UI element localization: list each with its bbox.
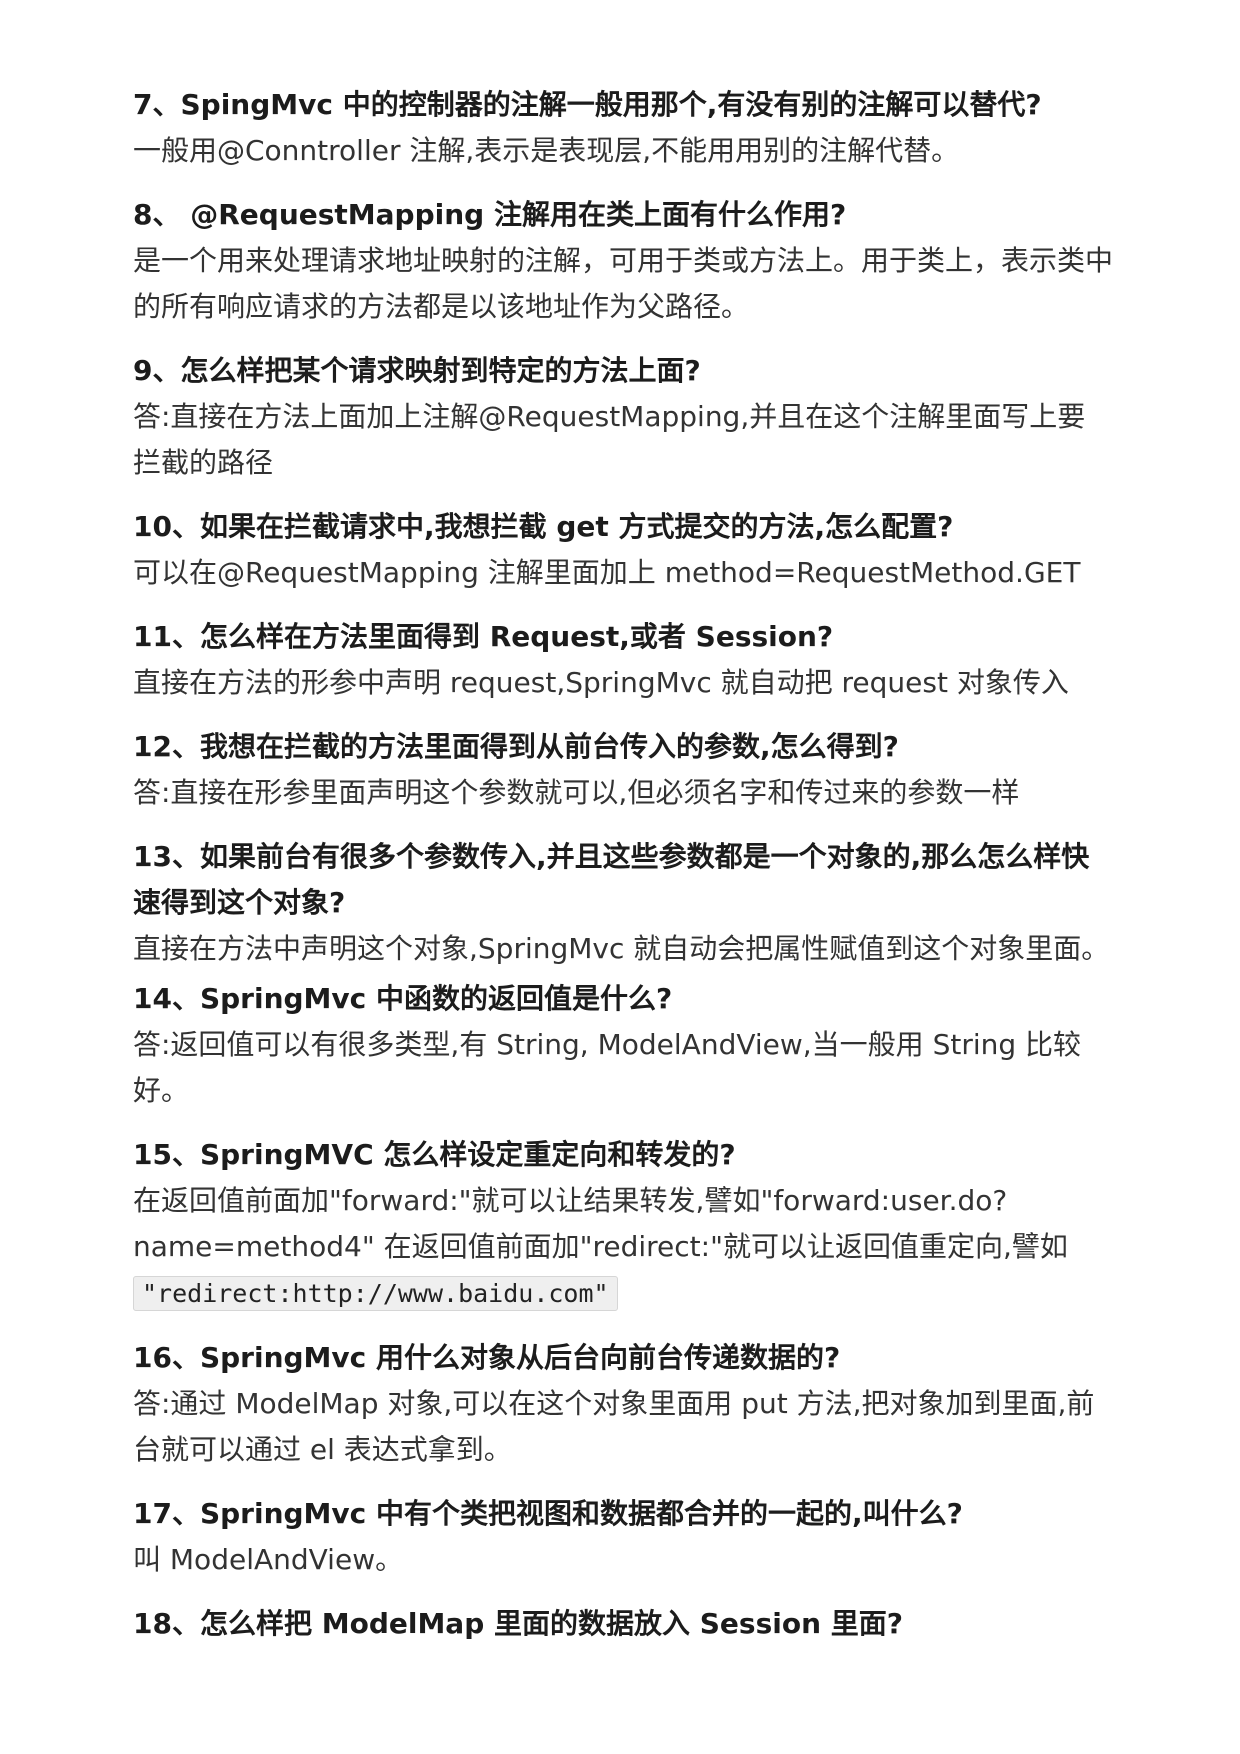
question-10: 10、如果在拦截请求中,我想拦截 get 方式提交的方法,怎么配置?	[133, 510, 954, 543]
question-11: 11、怎么样在方法里面得到 Request,或者 Session?	[133, 620, 834, 653]
question-17: 17、SpringMvc 中有个类把视图和数据都合并的一起的,叫什么?	[133, 1497, 963, 1530]
question-7: 7、SpingMvc 中的控制器的注解一般用那个,有没有别的注解可以替代?	[133, 88, 1042, 121]
question-8: 8、 @RequestMapping 注解用在类上面有什么作用?	[133, 198, 847, 231]
qa-item-11: 11、怎么样在方法里面得到 Request,或者 Session? 直接在方法的…	[133, 614, 1113, 706]
answer-11: 直接在方法的形参中声明 request,SpringMvc 就自动把 reque…	[133, 666, 1069, 699]
question-15: 15、SpringMVC 怎么样设定重定向和转发的?	[133, 1138, 736, 1171]
answer-15: 在返回值前面加"forward:"就可以让结果转发,譬如"forward:use…	[133, 1178, 1113, 1317]
qa-item-14: 14、SpringMvc 中函数的返回值是什么? 答:返回值可以有很多类型,有 …	[133, 976, 1113, 1114]
answer-17: 叫 ModelAndView。	[133, 1543, 404, 1576]
qa-item-17: 17、SpringMvc 中有个类把视图和数据都合并的一起的,叫什么? 叫 Mo…	[133, 1491, 1113, 1583]
redirect-code-snippet: "redirect:http://www.baidu.com"	[133, 1276, 618, 1311]
qa-item-9: 9、怎么样把某个请求映射到特定的方法上面? 答:直接在方法上面加上注解@Requ…	[133, 348, 1113, 486]
answer-9: 答:直接在方法上面加上注解@RequestMapping,并且在这个注解里面写上…	[133, 400, 1086, 479]
qa-item-13: 13、如果前台有很多个参数传入,并且这些参数都是一个对象的,那么怎么样快速得到这…	[133, 834, 1113, 972]
answer-14: 答:返回值可以有很多类型,有 String, ModelAndView,当一般用…	[133, 1028, 1082, 1107]
answer-7: 一般用@Conntroller 注解,表示是表现层,不能用用别的注解代替。	[133, 134, 960, 167]
answer-10: 可以在@RequestMapping 注解里面加上 method=Request…	[133, 556, 1081, 589]
document-page: 7、SpingMvc 中的控制器的注解一般用那个,有没有别的注解可以替代? 一般…	[133, 82, 1113, 1665]
question-18: 18、怎么样把 ModelMap 里面的数据放入 Session 里面?	[133, 1607, 903, 1640]
qa-item-10: 10、如果在拦截请求中,我想拦截 get 方式提交的方法,怎么配置? 可以在@R…	[133, 504, 1113, 596]
qa-item-16: 16、SpringMvc 用什么对象从后台向前台传递数据的? 答:通过 Mode…	[133, 1335, 1113, 1473]
question-9: 9、怎么样把某个请求映射到特定的方法上面?	[133, 354, 701, 387]
qa-item-7: 7、SpingMvc 中的控制器的注解一般用那个,有没有别的注解可以替代? 一般…	[133, 82, 1113, 174]
question-16: 16、SpringMvc 用什么对象从后台向前台传递数据的?	[133, 1341, 841, 1374]
answer-15-text: 在返回值前面加"forward:"就可以让结果转发,譬如"forward:use…	[133, 1184, 1068, 1263]
qa-item-8: 8、 @RequestMapping 注解用在类上面有什么作用? 是一个用来处理…	[133, 192, 1113, 330]
question-13: 13、如果前台有很多个参数传入,并且这些参数都是一个对象的,那么怎么样快速得到这…	[133, 840, 1090, 919]
qa-item-12: 12、我想在拦截的方法里面得到从前台传入的参数,怎么得到? 答:直接在形参里面声…	[133, 724, 1113, 816]
answer-13: 直接在方法中声明这个对象,SpringMvc 就自动会把属性赋值到这个对象里面。	[133, 932, 1110, 965]
qa-item-18: 18、怎么样把 ModelMap 里面的数据放入 Session 里面?	[133, 1601, 1113, 1647]
question-14: 14、SpringMvc 中函数的返回值是什么?	[133, 982, 673, 1015]
qa-item-15: 15、SpringMVC 怎么样设定重定向和转发的? 在返回值前面加"forwa…	[133, 1132, 1113, 1317]
question-12: 12、我想在拦截的方法里面得到从前台传入的参数,怎么得到?	[133, 730, 899, 763]
answer-12: 答:直接在形参里面声明这个参数就可以,但必须名字和传过来的参数一样	[133, 776, 1020, 809]
answer-16: 答:通过 ModelMap 对象,可以在这个对象里面用 put 方法,把对象加到…	[133, 1387, 1095, 1466]
answer-8: 是一个用来处理请求地址映射的注解，可用于类或方法上。用于类上，表示类中的所有响应…	[133, 244, 1114, 323]
